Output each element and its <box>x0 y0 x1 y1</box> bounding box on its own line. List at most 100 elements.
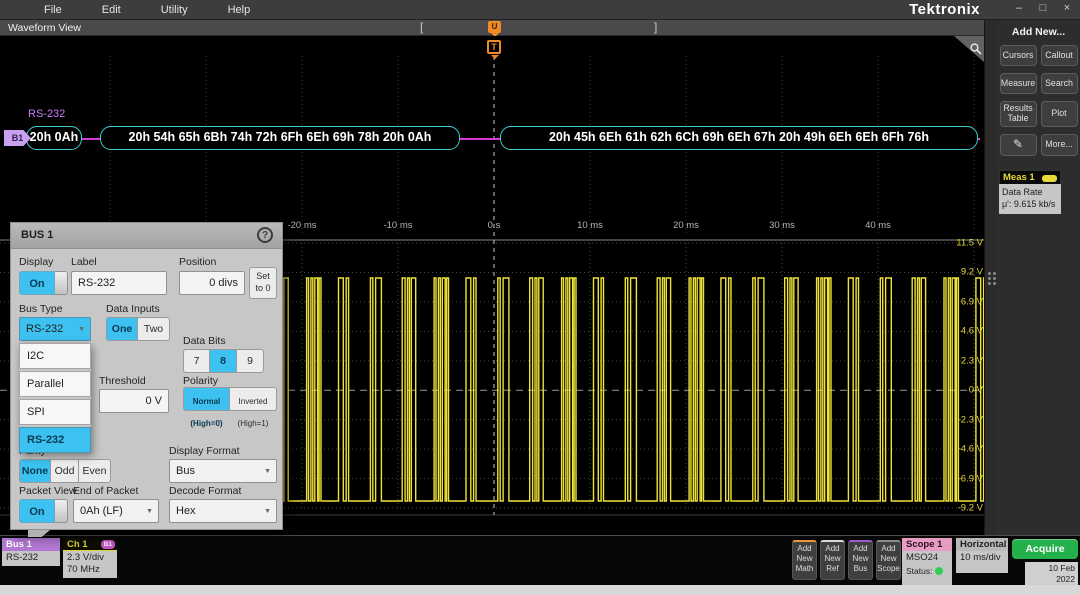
data-bits-7-button[interactable]: 7 <box>183 349 210 373</box>
bus-type-option-parallel[interactable]: Parallel <box>19 371 91 397</box>
volt-tick-7: -4.6 V <box>958 444 983 455</box>
tab-waveform-view[interactable]: Waveform View <box>8 22 81 34</box>
parity-even-button[interactable]: Even <box>79 459 111 483</box>
volt-tick-2: 6.9 V <box>961 297 983 308</box>
toggle-knob <box>55 271 68 295</box>
scope1-badge[interactable]: Scope 1 MSO24 Status: <box>902 538 952 585</box>
screen-bezel <box>0 585 1080 595</box>
bus-type-option-i2c[interactable]: I2C <box>19 343 91 369</box>
add-math-l3: Math <box>796 564 814 573</box>
add-new-math-button[interactable]: Add New Math <box>792 540 817 580</box>
chevron-down-icon: ▼ <box>264 501 271 523</box>
ch1-scale: 2.3 V/div <box>67 552 113 564</box>
measurement-name: Meas 1 <box>1003 172 1035 183</box>
display-format-label: Display Format <box>169 445 240 457</box>
ch1-badge[interactable]: Ch 1 B1 2.3 V/div 70 MHz <box>63 538 117 578</box>
time-tick-0: -20 ms <box>287 220 316 231</box>
minimize-button[interactable]: – <box>1010 2 1028 14</box>
add-annotation-button[interactable]: ✎ <box>1000 134 1037 156</box>
dialog-title: BUS 1 <box>21 229 53 241</box>
add-search-button[interactable]: Search <box>1041 73 1078 94</box>
volt-tick-1: 9.2 V <box>961 267 983 278</box>
tektronix-logo: Tektronix <box>909 1 980 18</box>
time-tick-3: 10 ms <box>577 220 603 231</box>
add-results-table-button[interactable]: Results Table <box>1000 101 1037 127</box>
bus-type-dropdown[interactable]: RS-232 ▼ <box>19 317 91 341</box>
chevron-down-icon: ▼ <box>264 461 271 483</box>
menu-help[interactable]: Help <box>228 4 251 16</box>
add-plot-button[interactable]: Plot <box>1041 101 1078 127</box>
data-bits-segment: 7 8 9 <box>183 349 264 373</box>
scope1-model: MSO24 <box>906 552 948 564</box>
position-input[interactable]: 0 divs <box>179 271 245 295</box>
add-new-bus-button[interactable]: Add New Bus <box>848 540 873 580</box>
measurement-type: Data Rate <box>1002 186 1058 198</box>
packet-view-toggle[interactable]: On <box>19 499 68 523</box>
display-toggle[interactable]: On <box>19 271 68 295</box>
sidebar-handle[interactable] <box>984 20 997 535</box>
display-format-dropdown[interactable]: Bus ▼ <box>169 459 277 483</box>
volt-tick-9: -9.2 V <box>958 503 983 514</box>
bus-type-option-rs232[interactable]: RS-232 <box>19 427 91 453</box>
pan-bracket-right[interactable]: ] <box>654 20 657 34</box>
right-sidebar: Add New... Cursors Callout Measure Searc… <box>997 20 1080 535</box>
label-input[interactable]: RS-232 <box>71 271 167 295</box>
trigger-flag[interactable]: T <box>487 40 501 54</box>
title-bar: File Edit Utility Help Tektronix – □ × <box>0 0 1080 20</box>
add-measure-button[interactable]: Measure <box>1000 73 1037 94</box>
measurement-source-pill <box>1042 175 1057 182</box>
measurement-badge[interactable]: Meas 1 Data Rate μ': 9.615 kb/s <box>999 170 1061 214</box>
data-inputs-two-button[interactable]: Two <box>138 317 170 341</box>
polarity-inverted-line2: (High=1) <box>238 419 269 428</box>
volt-tick-3: 4.6 V <box>961 326 983 337</box>
bus-type-option-list: I2C Parallel SPI RS-232 <box>19 343 91 453</box>
display-label: Display <box>19 256 53 268</box>
packet-view-label: Packet View <box>19 485 77 497</box>
ch1-bandwidth: 70 MHz <box>67 564 113 576</box>
polarity-normal-line1: Normal <box>193 397 221 406</box>
data-inputs-one-button[interactable]: One <box>106 317 138 341</box>
label-label: Label <box>71 256 97 268</box>
bus-type-option-spi[interactable]: SPI <box>19 399 91 425</box>
add-more-button[interactable]: More... <box>1041 134 1078 156</box>
data-bits-8-button[interactable]: 8 <box>210 349 237 373</box>
add-cursors-button[interactable]: Cursors <box>1000 45 1037 66</box>
threshold-input[interactable]: 0 V <box>99 389 169 413</box>
dialog-header[interactable]: BUS 1 ? <box>11 223 282 249</box>
annotation-icon: ✎ <box>1013 138 1023 151</box>
horizontal-scale: 10 ms/div <box>956 551 1008 573</box>
polarity-inverted-button[interactable]: Inverted (High=1) <box>230 387 277 411</box>
maximize-button[interactable]: □ <box>1034 2 1052 14</box>
menu-edit[interactable]: Edit <box>102 4 121 16</box>
add-scope-l2: New <box>880 554 896 563</box>
add-callout-button[interactable]: Callout <box>1041 45 1078 66</box>
data-bits-9-button[interactable]: 9 <box>237 349 264 373</box>
acquire-button[interactable]: Acquire <box>1012 539 1078 559</box>
measurement-body: Data Rate μ': 9.615 kb/s <box>999 184 1061 214</box>
bus1-badge-name: Bus 1 <box>2 538 60 551</box>
polarity-normal-button[interactable]: Normal (High=0) <box>183 387 230 411</box>
status-dot <box>935 567 943 575</box>
menu-utility[interactable]: Utility <box>161 4 188 16</box>
add-math-l2: New <box>796 554 812 563</box>
bus1-badge[interactable]: Bus 1 RS-232 <box>2 538 60 566</box>
ch1-badge-name: Ch 1 <box>67 539 88 550</box>
trigger-position-marker[interactable]: U <box>488 21 501 33</box>
bus-packet-1: 20h 54h 65h 6Bh 74h 72h 6Fh 6Eh 69h 78h … <box>100 126 460 150</box>
bus1-badge-value: RS-232 <box>2 551 60 566</box>
bus-packet-2: 20h 45h 6Eh 61h 62h 6Ch 69h 6Eh 67h 20h … <box>500 126 978 150</box>
volt-tick-4: 2.3 V <box>961 356 983 367</box>
help-icon[interactable]: ? <box>257 227 273 243</box>
add-new-scope-button[interactable]: Add New Scope <box>876 540 901 580</box>
parity-odd-button[interactable]: Odd <box>51 459 79 483</box>
horizontal-badge[interactable]: Horizontal 10 ms/div <box>956 538 1008 573</box>
pan-bracket-left[interactable]: [ <box>420 20 423 34</box>
set-to-zero-button[interactable]: Set to 0 <box>249 267 277 299</box>
scope1-status-label: Status: <box>906 566 932 577</box>
close-button[interactable]: × <box>1058 2 1076 14</box>
decode-format-dropdown[interactable]: Hex ▼ <box>169 499 277 523</box>
menu-file[interactable]: File <box>44 4 62 16</box>
parity-none-button[interactable]: None <box>19 459 51 483</box>
end-of-packet-dropdown[interactable]: 0Ah (LF) ▼ <box>73 499 159 523</box>
add-new-ref-button[interactable]: Add New Ref <box>820 540 845 580</box>
